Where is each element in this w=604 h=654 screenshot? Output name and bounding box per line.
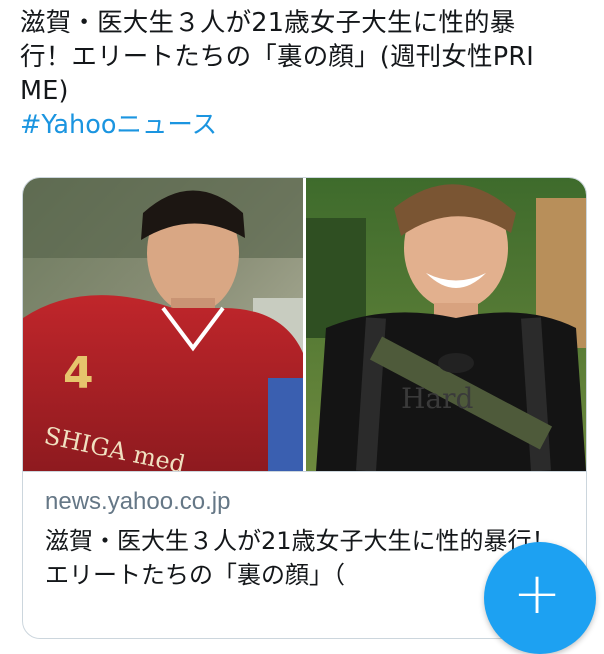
card-images[interactable]: 4 SHIGA med Hard [23,178,586,471]
hashtag-link[interactable]: #Yahooニュース [20,108,590,142]
plus-icon: + [512,559,562,627]
tweet-text: 滋賀・医大生３人が21歳女子大生に性的暴行！エリートたちの「裏の顔」(週刊女性P… [20,6,550,108]
svg-text:4: 4 [63,348,94,399]
photo-smiling-man-icon[interactable]: Hard [306,178,586,471]
photo-soccer-player-icon[interactable]: 4 SHIGA med [23,178,303,471]
card-domain: news.yahoo.co.jp [45,488,231,515]
svg-text:Hard: Hard [401,382,473,415]
tweet: 滋賀・医大生３人が21歳女子大生に性的暴行！エリートたちの「裏の顔」(週刊女性P… [20,6,590,142]
compose-tweet-button[interactable]: + [484,542,596,654]
tweet-body: 滋賀・医大生３人が21歳女子大生に性的暴行！エリートたちの「裏の顔」(週刊女性P… [20,8,534,106]
